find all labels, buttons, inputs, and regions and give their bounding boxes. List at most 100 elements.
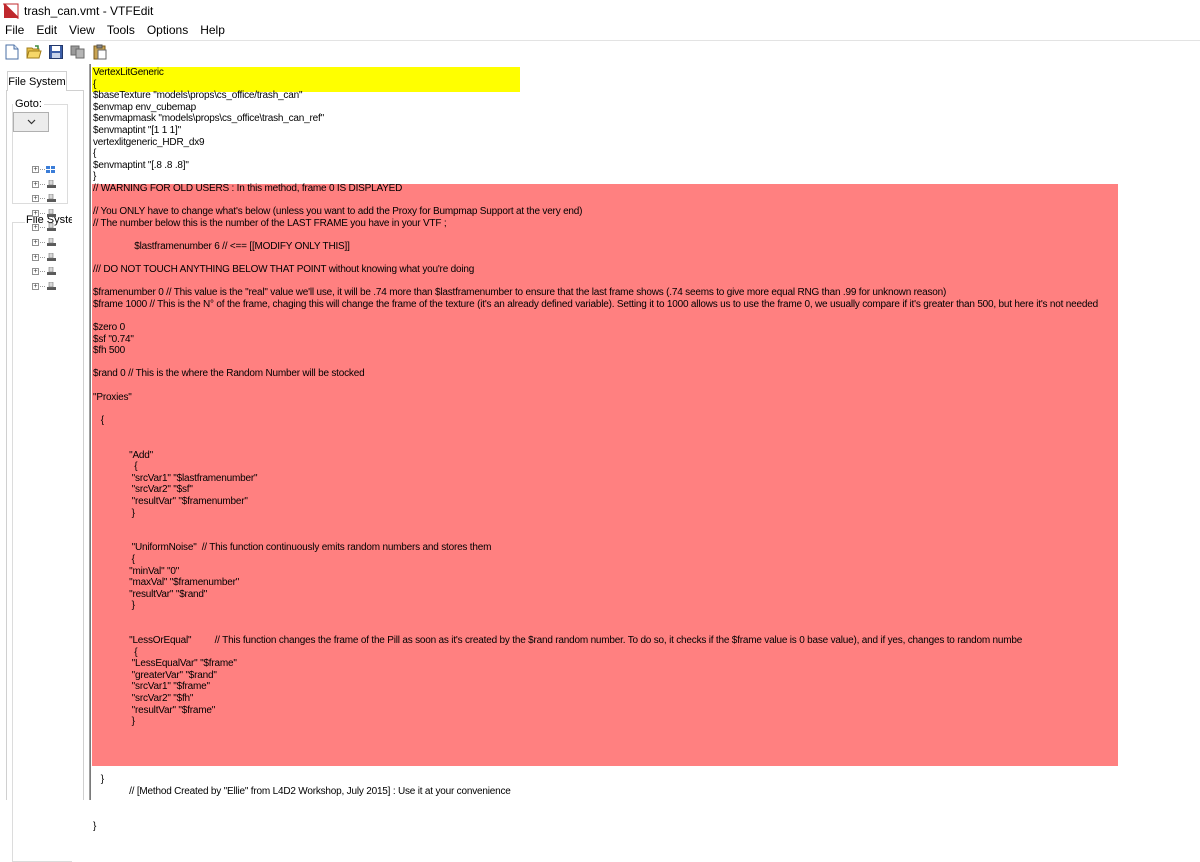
- tree-item[interactable]: +: [26, 179, 66, 190]
- code-line[interactable]: [93, 426, 1193, 438]
- code-line[interactable]: [93, 276, 1193, 288]
- code-line[interactable]: [93, 612, 1193, 624]
- menu-options[interactable]: Options: [141, 23, 194, 37]
- tree-item[interactable]: +: [26, 193, 66, 204]
- code-line[interactable]: $envmaptint "[1 1 1]": [93, 125, 1193, 137]
- tree-item[interactable]: +: [26, 281, 66, 292]
- code-line[interactable]: vertexlitgeneric_HDR_dx9: [93, 137, 1193, 149]
- code-line[interactable]: $frame 1000 // This is the N° of the fra…: [93, 299, 1193, 311]
- code-line[interactable]: }: [93, 508, 1193, 520]
- code-line[interactable]: "resultVar" "$framenumber": [93, 496, 1193, 508]
- goto-dropdown[interactable]: [13, 112, 49, 132]
- code-line[interactable]: [93, 310, 1193, 322]
- code-line[interactable]: "resultVar" "$frame": [93, 705, 1193, 717]
- code-line[interactable]: $sf "0.74": [93, 334, 1193, 346]
- tree-item[interactable]: +: [26, 164, 66, 175]
- code-line[interactable]: $baseTexture "models\props\cs_office/tra…: [93, 90, 1193, 102]
- text-editor[interactable]: VertexLitGeneric{$baseTexture "models\pr…: [90, 64, 1200, 832]
- code-line[interactable]: "srcVar2" "$sf": [93, 484, 1193, 496]
- tree-item[interactable]: +: [26, 208, 66, 219]
- code-line[interactable]: }: [93, 716, 1193, 728]
- code-line[interactable]: [93, 403, 1193, 415]
- code-line[interactable]: // You ONLY have to change what's below …: [93, 206, 1193, 218]
- code-line[interactable]: {: [93, 79, 1193, 91]
- code-line[interactable]: // The number below this is the number o…: [93, 218, 1193, 230]
- code-line[interactable]: "LessOrEqual" // This function changes t…: [93, 635, 1193, 647]
- code-line[interactable]: [93, 751, 1193, 763]
- tree-item[interactable]: +: [26, 237, 66, 248]
- expand-icon[interactable]: +: [32, 268, 39, 276]
- code-line[interactable]: "UniformNoise" // This function continuo…: [93, 542, 1193, 554]
- code-line[interactable]: [93, 253, 1193, 265]
- code-line[interactable]: [93, 763, 1193, 775]
- tab-file-system[interactable]: File System: [7, 71, 67, 91]
- expand-icon[interactable]: +: [32, 239, 39, 246]
- code-line[interactable]: $framenumber 0 // This value is the "rea…: [93, 287, 1193, 299]
- code-line[interactable]: "LessEqualVar" "$frame": [93, 658, 1193, 670]
- code-line[interactable]: /// DO NOT TOUCH ANYTHING BELOW THAT POI…: [93, 264, 1193, 276]
- save-button[interactable]: [47, 43, 65, 61]
- code-text[interactable]: VertexLitGeneric{$baseTexture "models\pr…: [93, 67, 1193, 832]
- code-line[interactable]: {: [93, 461, 1193, 473]
- file-tree[interactable]: + + + + + + + + +: [26, 164, 70, 299]
- code-line[interactable]: // WARNING FOR OLD USERS : In this metho…: [93, 183, 1193, 195]
- code-line[interactable]: $lastframenumber 6 // <== [[MODIFY ONLY …: [93, 241, 1193, 253]
- tree-item[interactable]: +: [26, 222, 66, 233]
- menu-help[interactable]: Help: [194, 23, 231, 37]
- code-line[interactable]: {: [93, 647, 1193, 659]
- menu-view[interactable]: View: [63, 23, 101, 37]
- code-line[interactable]: "resultVar" "$rand": [93, 589, 1193, 601]
- code-line[interactable]: [93, 531, 1193, 543]
- tree-item[interactable]: +: [26, 252, 66, 263]
- code-line[interactable]: "srcVar1" "$frame": [93, 681, 1193, 693]
- code-line[interactable]: [93, 797, 1193, 809]
- menu-tools[interactable]: Tools: [101, 23, 141, 37]
- code-line[interactable]: $envmaptint "[.8 .8 .8]": [93, 160, 1193, 172]
- tree-item[interactable]: +: [26, 266, 66, 277]
- code-line[interactable]: [93, 519, 1193, 531]
- code-line[interactable]: }: [93, 600, 1193, 612]
- code-line[interactable]: }: [93, 171, 1193, 183]
- code-line[interactable]: "minVal" "0": [93, 566, 1193, 578]
- code-line[interactable]: [93, 229, 1193, 241]
- code-line[interactable]: "srcVar1" "$lastframenumber": [93, 473, 1193, 485]
- code-line[interactable]: VertexLitGeneric: [93, 67, 1193, 79]
- code-line[interactable]: $envmap env_cubemap: [93, 102, 1193, 114]
- code-line[interactable]: [93, 438, 1193, 450]
- menu-file[interactable]: File: [0, 23, 30, 37]
- code-line[interactable]: $rand 0 // This is the where the Random …: [93, 368, 1193, 380]
- copy-button[interactable]: [69, 43, 87, 61]
- code-line[interactable]: "Add": [93, 450, 1193, 462]
- open-button[interactable]: [25, 43, 43, 61]
- code-line[interactable]: "maxVal" "$framenumber": [93, 577, 1193, 589]
- expand-icon[interactable]: +: [32, 195, 39, 203]
- expand-icon[interactable]: +: [32, 180, 39, 188]
- code-line[interactable]: // [Method Created by "Ellie" from L4D2 …: [93, 786, 1193, 798]
- code-line[interactable]: "Proxies": [93, 392, 1193, 404]
- code-line[interactable]: "srcVar2" "$fh": [93, 693, 1193, 705]
- code-line[interactable]: [93, 195, 1193, 207]
- new-button[interactable]: [3, 43, 21, 61]
- code-line[interactable]: $fh 500: [93, 345, 1193, 357]
- code-line[interactable]: $zero 0: [93, 322, 1193, 334]
- code-line[interactable]: "greaterVar" "$rand": [93, 670, 1193, 682]
- expand-icon[interactable]: +: [32, 282, 39, 290]
- code-line[interactable]: [93, 624, 1193, 636]
- code-line[interactable]: {: [93, 554, 1193, 566]
- code-line[interactable]: $envmapmask "models\props\cs_office\tras…: [93, 113, 1193, 125]
- code-line[interactable]: {: [93, 148, 1193, 160]
- expand-icon[interactable]: +: [32, 209, 39, 217]
- code-line[interactable]: [93, 809, 1193, 821]
- code-line[interactable]: }: [93, 821, 1193, 833]
- code-line[interactable]: [93, 728, 1193, 740]
- code-line[interactable]: [93, 380, 1193, 392]
- code-line[interactable]: [93, 357, 1193, 369]
- expand-icon[interactable]: +: [32, 224, 39, 232]
- code-line[interactable]: {: [93, 415, 1193, 427]
- menu-edit[interactable]: Edit: [30, 23, 63, 37]
- expand-icon[interactable]: +: [32, 166, 39, 173]
- paste-button[interactable]: [91, 43, 109, 61]
- expand-icon[interactable]: +: [32, 253, 39, 261]
- code-line[interactable]: }: [93, 774, 1193, 786]
- code-line[interactable]: [93, 739, 1193, 751]
